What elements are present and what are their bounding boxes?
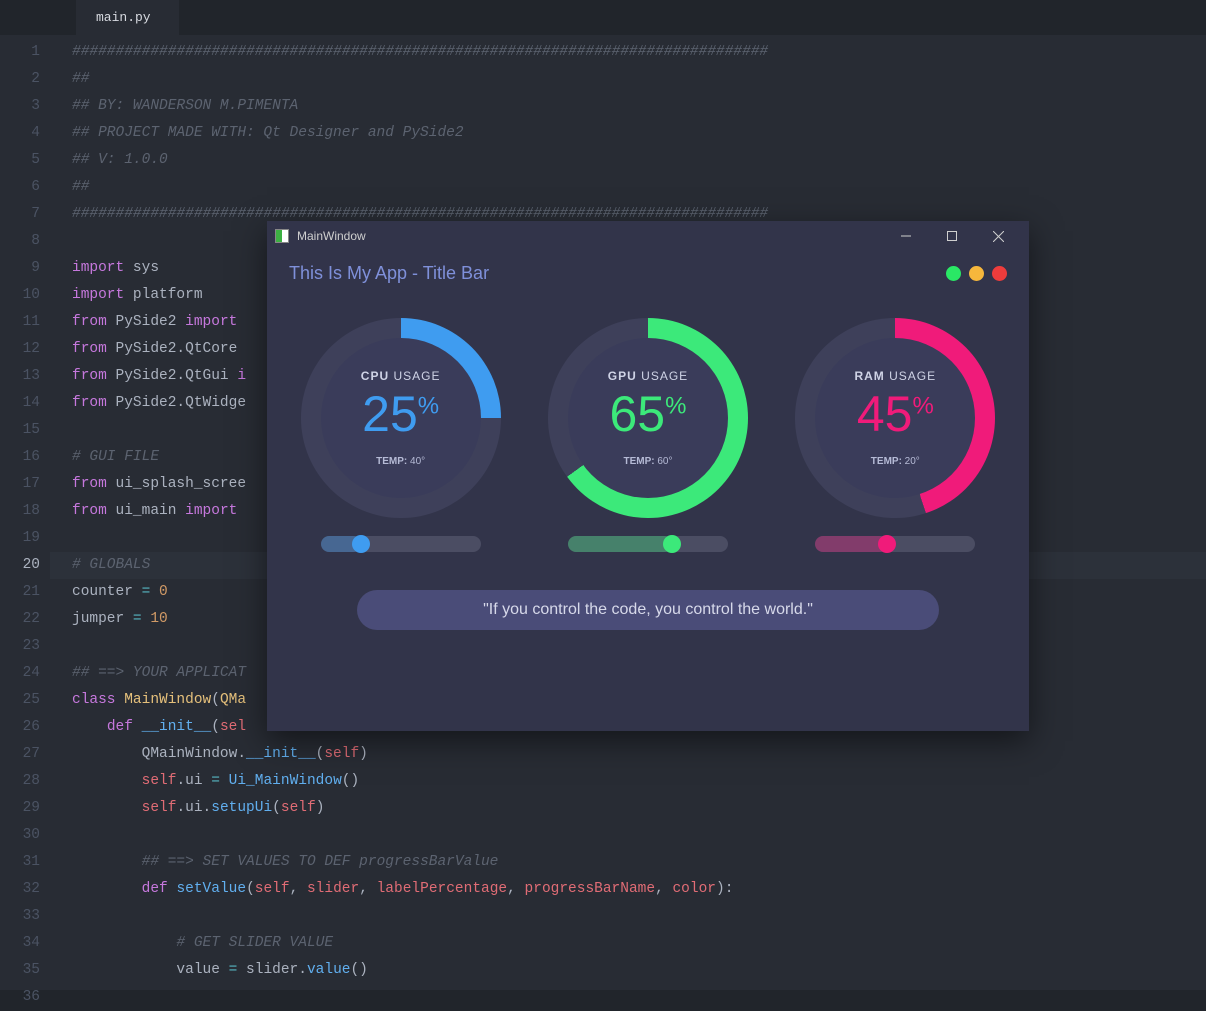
traffic-light-green[interactable] bbox=[946, 266, 961, 281]
gauge-slider[interactable] bbox=[568, 536, 728, 552]
gauge-ram: RAM USAGE 45% TEMP: 20° bbox=[785, 318, 1005, 552]
gauge-percentage: 25% bbox=[362, 387, 439, 442]
code-line[interactable] bbox=[72, 984, 1206, 1011]
editor-gutter: 1234567891011121314151617181920212223242… bbox=[0, 35, 50, 990]
traffic-light-red[interactable] bbox=[992, 266, 1007, 281]
editor-tab-bar: main.py bbox=[0, 0, 1206, 35]
ring-inner: RAM USAGE 45% TEMP: 20° bbox=[815, 338, 975, 498]
ring-inner: CPU USAGE 25% TEMP: 40° bbox=[321, 338, 481, 498]
gauge-temp: TEMP: 60° bbox=[623, 456, 672, 467]
code-line[interactable]: QMainWindow.__init__(self) bbox=[72, 741, 1206, 768]
code-line[interactable]: ########################################… bbox=[72, 39, 1206, 66]
gauge-cpu: CPU USAGE 25% TEMP: 40° bbox=[291, 318, 511, 552]
code-line[interactable]: ## ==> SET VALUES TO DEF progressBarValu… bbox=[72, 849, 1206, 876]
close-button[interactable] bbox=[975, 221, 1021, 251]
progress-ring: GPU USAGE 65% TEMP: 60° bbox=[548, 318, 748, 518]
gauge-label: CPU USAGE bbox=[361, 369, 441, 383]
code-line[interactable]: ## bbox=[72, 66, 1206, 93]
app-os-title: MainWindow bbox=[297, 229, 366, 243]
gauge-percentage: 45% bbox=[857, 387, 934, 442]
gauge-label: GPU USAGE bbox=[608, 369, 688, 383]
ring-inner: GPU USAGE 65% TEMP: 60° bbox=[568, 338, 728, 498]
code-line[interactable]: ## BY: WANDERSON M.PIMENTA bbox=[72, 93, 1206, 120]
gauge-slider[interactable] bbox=[321, 536, 481, 552]
gauge-label: RAM USAGE bbox=[854, 369, 936, 383]
progress-ring: CPU USAGE 25% TEMP: 40° bbox=[301, 318, 501, 518]
app-os-titlebar[interactable]: MainWindow bbox=[267, 221, 1029, 251]
quote-bar: "If you control the code, you control th… bbox=[357, 590, 939, 630]
code-line[interactable]: def setValue(self, slider, labelPercenta… bbox=[72, 876, 1206, 903]
app-custom-titlebar: This Is My App - Title Bar bbox=[267, 251, 1029, 290]
gauge-temp: TEMP: 40° bbox=[376, 456, 425, 467]
app-icon bbox=[275, 229, 289, 243]
code-line[interactable]: ## PROJECT MADE WITH: Qt Designer and Py… bbox=[72, 120, 1206, 147]
editor-tab-main-py[interactable]: main.py bbox=[76, 0, 179, 35]
code-line[interactable] bbox=[72, 822, 1206, 849]
code-line[interactable]: self.ui = Ui_MainWindow() bbox=[72, 768, 1206, 795]
slider-thumb[interactable] bbox=[352, 535, 370, 553]
quote-text: "If you control the code, you control th… bbox=[483, 601, 813, 619]
gauges-row: CPU USAGE 25% TEMP: 40° GPU USAGE 65% TE… bbox=[267, 290, 1029, 562]
code-line[interactable]: ## bbox=[72, 174, 1206, 201]
progress-ring: RAM USAGE 45% TEMP: 20° bbox=[795, 318, 995, 518]
slider-thumb[interactable] bbox=[663, 535, 681, 553]
code-line[interactable]: ## V: 1.0.0 bbox=[72, 147, 1206, 174]
gauge-slider[interactable] bbox=[815, 536, 975, 552]
editor-tab-label: main.py bbox=[96, 10, 151, 25]
code-line[interactable]: self.ui.setupUi(self) bbox=[72, 795, 1206, 822]
app-title: This Is My App - Title Bar bbox=[289, 263, 489, 284]
code-line[interactable]: # GET SLIDER VALUE bbox=[72, 930, 1206, 957]
code-line[interactable] bbox=[72, 903, 1206, 930]
gauge-gpu: GPU USAGE 65% TEMP: 60° bbox=[538, 318, 758, 552]
slider-thumb[interactable] bbox=[878, 535, 896, 553]
minimize-button[interactable] bbox=[883, 221, 929, 251]
maximize-button[interactable] bbox=[929, 221, 975, 251]
gauge-temp: TEMP: 20° bbox=[871, 456, 920, 467]
app-window[interactable]: MainWindow This Is My App - Title Bar CP… bbox=[267, 221, 1029, 731]
traffic-light-yellow[interactable] bbox=[969, 266, 984, 281]
gauge-percentage: 65% bbox=[610, 387, 687, 442]
minimize-icon bbox=[901, 231, 911, 241]
code-line[interactable]: value = slider.value() bbox=[72, 957, 1206, 984]
close-icon bbox=[993, 231, 1004, 242]
maximize-icon bbox=[947, 231, 957, 241]
